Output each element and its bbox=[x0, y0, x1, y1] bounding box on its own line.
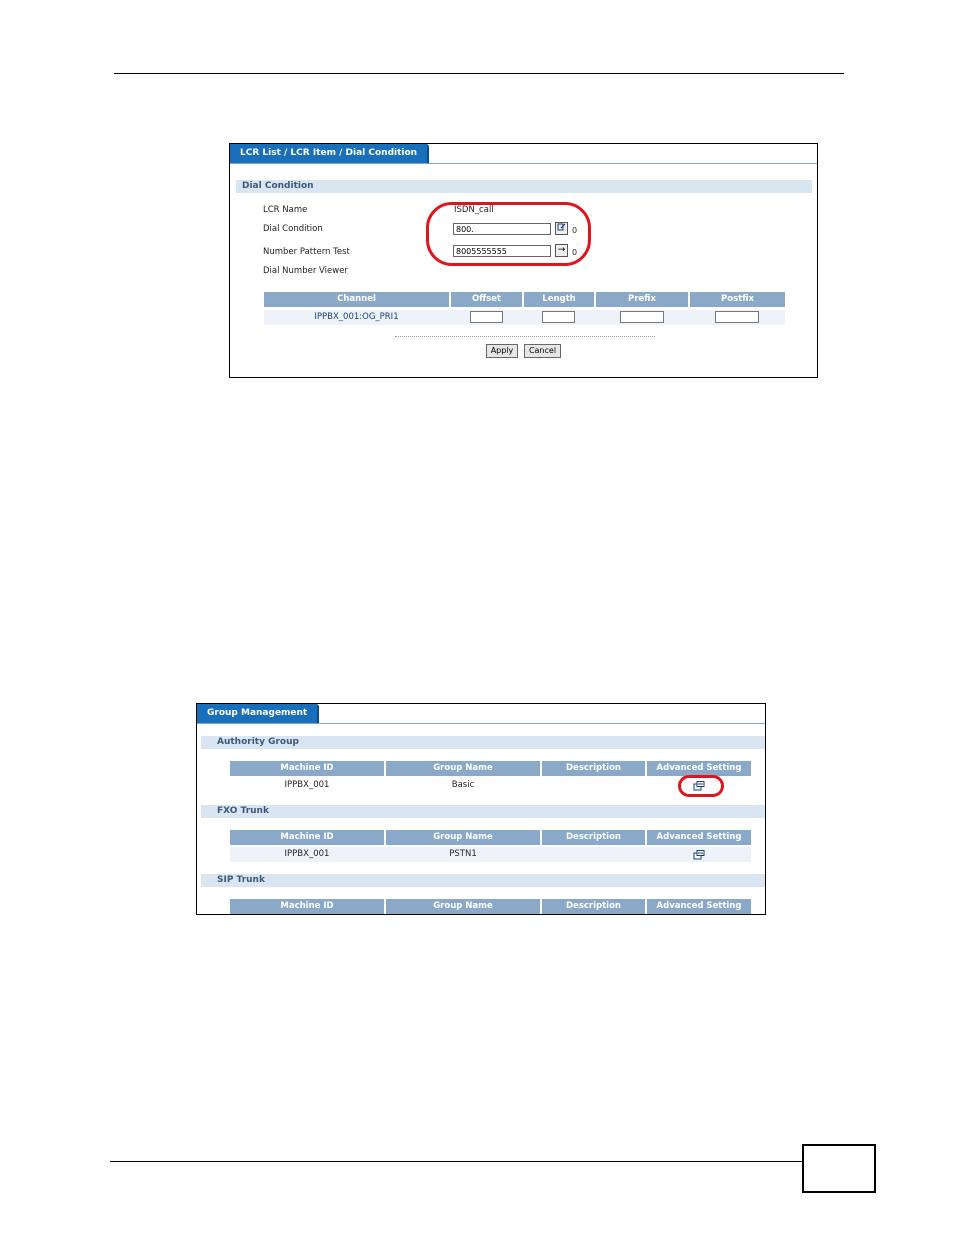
col-header-machine-id: Machine ID bbox=[230, 761, 384, 776]
col-header-advanced-setting: Advanced Setting bbox=[647, 899, 751, 914]
group-name-cell: PSTN1 bbox=[449, 849, 477, 859]
col-header-group-name: Group Name bbox=[386, 761, 540, 776]
page-footer-rule bbox=[110, 1161, 802, 1162]
col-header-machine-id: Machine ID bbox=[230, 899, 384, 914]
section-sip-trunk: SIP Trunk bbox=[201, 874, 765, 887]
section-authority-group: Authority Group bbox=[201, 736, 765, 749]
col-header-machine-id: Machine ID bbox=[230, 830, 384, 845]
dial-number-viewer-label: Dial Number Viewer bbox=[263, 266, 348, 276]
description-cell bbox=[542, 778, 645, 793]
prefix-input[interactable] bbox=[620, 311, 664, 323]
dial-condition-label: Dial Condition bbox=[263, 224, 323, 234]
channel-cell: IPPBX_001:OG_PRI1 bbox=[314, 312, 399, 322]
tab-bar: LCR List / LCR Item / Dial Condition bbox=[230, 144, 817, 164]
section-fxo-trunk: FXO Trunk bbox=[201, 805, 765, 818]
col-header-description: Description bbox=[542, 899, 645, 914]
edit-icon[interactable] bbox=[693, 850, 705, 860]
group-management-screenshot: Group Management Authority Group Machine… bbox=[196, 703, 766, 915]
postfix-input[interactable] bbox=[715, 311, 759, 323]
tab-dial-condition[interactable]: LCR List / LCR Item / Dial Condition bbox=[230, 144, 430, 163]
offset-input[interactable] bbox=[470, 311, 503, 323]
lcr-name-label: LCR Name bbox=[263, 205, 308, 215]
col-header-description: Description bbox=[542, 761, 645, 776]
col-header-advanced-setting: Advanced Setting bbox=[647, 830, 751, 845]
apply-button[interactable]: Apply bbox=[486, 344, 518, 358]
col-header-prefix: Prefix bbox=[596, 292, 688, 307]
col-header-postfix: Postfix bbox=[690, 292, 785, 307]
col-header-group-name: Group Name bbox=[386, 899, 540, 914]
group-name-cell: Basic bbox=[451, 780, 475, 790]
col-header-group-name: Group Name bbox=[386, 830, 540, 845]
col-header-offset: Offset bbox=[451, 292, 522, 307]
description-cell bbox=[542, 847, 645, 862]
col-header-description: Description bbox=[542, 830, 645, 845]
number-pattern-label: Number Pattern Test bbox=[263, 247, 350, 257]
tab-group-management[interactable]: Group Management bbox=[197, 704, 320, 723]
highlight-ring bbox=[678, 775, 724, 797]
page-number-box bbox=[802, 1144, 876, 1193]
machine-id-cell: IPPBX_001 bbox=[284, 849, 330, 859]
length-input[interactable] bbox=[542, 311, 575, 323]
page-header-rule bbox=[114, 73, 844, 74]
col-header-advanced-setting: Advanced Setting bbox=[647, 761, 751, 776]
cancel-button[interactable]: Cancel bbox=[524, 344, 561, 358]
highlight-ring bbox=[426, 202, 591, 266]
tab-bar: Group Management bbox=[197, 704, 765, 724]
divider bbox=[395, 336, 655, 337]
machine-id-cell: IPPBX_001 bbox=[284, 780, 330, 790]
col-header-length: Length bbox=[524, 292, 594, 307]
section-dial-condition: Dial Condition bbox=[236, 180, 812, 193]
dial-condition-screenshot: LCR List / LCR Item / Dial Condition Dia… bbox=[229, 143, 818, 378]
col-header-channel: Channel bbox=[264, 292, 449, 307]
